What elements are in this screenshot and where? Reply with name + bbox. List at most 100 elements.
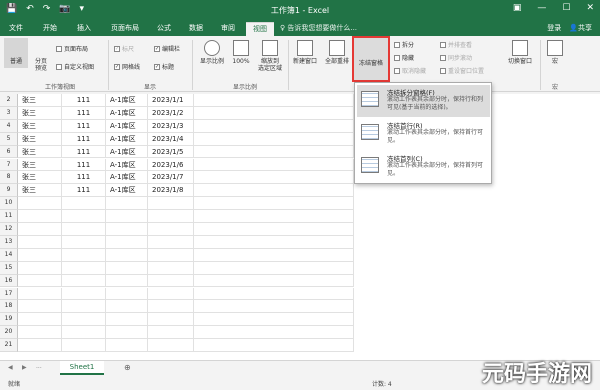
row-header[interactable]: 3 — [0, 106, 18, 120]
table-cell[interactable] — [148, 235, 194, 249]
tab-page-layout[interactable]: 页面布局 — [106, 22, 144, 36]
table-cell[interactable] — [62, 210, 106, 223]
tab-review[interactable]: 审阅 — [216, 22, 240, 36]
table-cell[interactable]: A-1库区 — [106, 132, 148, 146]
table-cell[interactable] — [148, 248, 194, 262]
zoom-button[interactable]: 显示比例 — [196, 40, 228, 65]
table-cell[interactable]: 2023/1/3 — [148, 119, 194, 133]
table-cell[interactable] — [148, 300, 194, 314]
ribbon-options-icon[interactable]: ▣ — [513, 3, 522, 13]
row-header[interactable]: 17 — [0, 287, 18, 301]
table-cell[interactable]: A-1库区 — [106, 94, 148, 107]
table-cell[interactable] — [18, 300, 62, 314]
table-cell[interactable] — [106, 248, 148, 262]
table-cell[interactable] — [194, 235, 354, 249]
zoom-to-selection-button[interactable]: 缩放到 选定区域 — [254, 40, 286, 72]
macros-button[interactable]: 宏 — [544, 40, 566, 65]
prev-sheet-icon[interactable]: ◀ — [8, 364, 13, 371]
table-cell[interactable]: 2023/1/4 — [148, 132, 194, 146]
table-cell[interactable]: 2023/1/2 — [148, 106, 194, 120]
table-cell[interactable] — [194, 287, 354, 301]
table-cell[interactable]: A-1库区 — [106, 158, 148, 172]
table-cell[interactable] — [194, 197, 354, 211]
gridlines-checkbox[interactable]: ✓ 网格线 — [114, 62, 140, 71]
new-window-button[interactable]: 新建窗口 — [290, 40, 320, 65]
table-cell[interactable] — [18, 248, 62, 262]
minimize-button[interactable]: — — [537, 3, 546, 13]
freeze-top-row-option[interactable]: 冻结首行(R) 滚动工作表其余部分时，保持首行可见。 — [357, 118, 490, 150]
table-cell[interactable] — [148, 223, 194, 236]
table-cell[interactable] — [194, 274, 354, 288]
table-cell[interactable] — [194, 171, 354, 185]
reset-window-position-button[interactable]: 重设窗口位置 — [440, 66, 484, 75]
table-cell[interactable] — [148, 313, 194, 327]
headings-checkbox[interactable]: ✓ 标题 — [154, 62, 174, 71]
maximize-button[interactable]: ☐ — [562, 3, 570, 13]
table-cell[interactable] — [148, 287, 194, 301]
table-cell[interactable]: 2023/1/1 — [148, 94, 194, 107]
page-break-preview-button[interactable]: 分页 预览 — [30, 40, 52, 150]
table-cell[interactable] — [194, 119, 354, 133]
split-button[interactable]: 拆分 — [394, 40, 414, 49]
table-cell[interactable] — [62, 223, 106, 236]
table-cell[interactable] — [194, 145, 354, 159]
table-cell[interactable]: 111 — [62, 184, 106, 198]
table-cell[interactable]: 111 — [62, 106, 106, 120]
table-cell[interactable] — [106, 287, 148, 301]
table-cell[interactable] — [106, 339, 148, 352]
row-header[interactable]: 7 — [0, 158, 18, 172]
table-cell[interactable]: A-1库区 — [106, 145, 148, 159]
formula-bar-checkbox[interactable]: ✓ 编辑栏 — [154, 44, 180, 53]
row-header[interactable]: 13 — [0, 235, 18, 249]
table-cell[interactable]: 2023/1/7 — [148, 171, 194, 185]
table-cell[interactable]: 张三 — [18, 94, 62, 107]
table-cell[interactable]: 张三 — [18, 171, 62, 185]
table-cell[interactable] — [148, 339, 194, 352]
tab-file[interactable]: 文件 — [6, 22, 26, 36]
table-cell[interactable] — [18, 223, 62, 236]
table-cell[interactable] — [106, 274, 148, 288]
table-cell[interactable] — [62, 197, 106, 211]
table-cell[interactable] — [194, 339, 354, 352]
close-button[interactable]: ✕ — [586, 3, 594, 13]
table-cell[interactable] — [194, 210, 354, 223]
table-cell[interactable] — [148, 274, 194, 288]
row-header[interactable]: 11 — [0, 210, 18, 223]
table-cell[interactable] — [106, 326, 148, 340]
table-cell[interactable] — [148, 261, 194, 275]
side-by-side-button[interactable]: 并排查看 — [440, 40, 472, 49]
table-cell[interactable]: A-1库区 — [106, 171, 148, 185]
tab-data[interactable]: 数据 — [184, 22, 208, 36]
table-cell[interactable] — [106, 223, 148, 236]
hide-button[interactable]: 隐藏 — [394, 53, 414, 62]
table-cell[interactable]: 张三 — [18, 184, 62, 198]
table-cell[interactable] — [106, 261, 148, 275]
table-cell[interactable]: 张三 — [18, 158, 62, 172]
table-cell[interactable] — [62, 235, 106, 249]
tell-me-search[interactable]: ♀ 告诉我您想要做什么... — [280, 23, 357, 33]
ruler-checkbox[interactable]: ✓ 标尺 — [114, 44, 134, 53]
table-cell[interactable] — [194, 300, 354, 314]
table-cell[interactable] — [18, 235, 62, 249]
table-cell[interactable]: 2023/1/5 — [148, 145, 194, 159]
table-cell[interactable] — [106, 210, 148, 223]
freeze-panes-option[interactable]: 冻结拆分窗格(F) 滚动工作表其余部分时，保持行和列可见(基于当前的选择)。 — [357, 85, 490, 117]
table-cell[interactable] — [194, 158, 354, 172]
table-cell[interactable] — [194, 261, 354, 275]
table-cell[interactable] — [18, 287, 62, 301]
table-cell[interactable] — [194, 313, 354, 327]
row-header[interactable]: 6 — [0, 145, 18, 159]
table-cell[interactable] — [194, 184, 354, 198]
table-cell[interactable] — [18, 339, 62, 352]
table-cell[interactable] — [62, 287, 106, 301]
table-cell[interactable]: A-1库区 — [106, 184, 148, 198]
arrange-all-button[interactable]: 全部重排 — [322, 40, 352, 65]
tab-insert[interactable]: 插入 — [72, 22, 96, 36]
table-cell[interactable] — [62, 339, 106, 352]
unhide-button[interactable]: 取消隐藏 — [394, 66, 426, 75]
table-cell[interactable]: 111 — [62, 94, 106, 107]
table-cell[interactable] — [148, 197, 194, 211]
table-cell[interactable] — [194, 94, 354, 107]
table-cell[interactable]: 111 — [62, 145, 106, 159]
zoom-100-button[interactable]: 100% — [230, 40, 252, 65]
